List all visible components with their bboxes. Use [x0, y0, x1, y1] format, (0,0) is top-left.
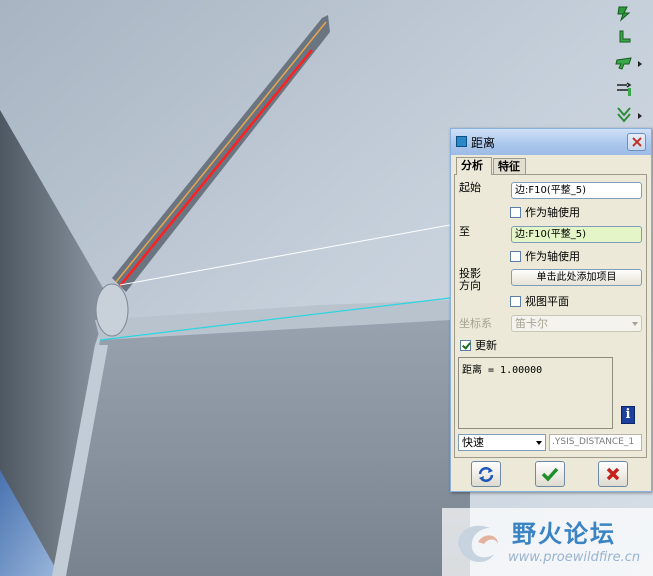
repeat-button[interactable] [471, 461, 501, 487]
cancel-button[interactable] [598, 461, 628, 487]
distance-dialog: 距离 分析 特征 起始 边:F10(平整_5) 作为轴使用 至 边:F10(平整… [450, 128, 652, 492]
update-label: 更新 [475, 339, 497, 352]
feature-name-field[interactable]: .YSIS_DISTANCE_1 [549, 434, 642, 451]
update-checkbox[interactable] [460, 340, 471, 351]
flat-wall-button[interactable] [612, 52, 636, 74]
projection-add-button[interactable]: 单击此处添加项目 [511, 269, 642, 286]
right-toolbar [608, 0, 653, 130]
close-button[interactable] [627, 133, 646, 151]
chevron-down-icon [632, 322, 638, 326]
view-plane-checkbox[interactable] [510, 296, 521, 307]
front-face [60, 300, 470, 576]
analysis-mode-select[interactable]: 快速 [458, 434, 546, 451]
extend-wall-button[interactable] [612, 78, 636, 100]
csys-label: 坐标系 [459, 317, 492, 330]
refresh-arrows-icon [478, 467, 494, 482]
from-axis-checkbox[interactable] [510, 207, 521, 218]
flange-wall-button[interactable] [612, 104, 636, 126]
flange-wall-icon [617, 107, 631, 123]
projection-label-line2: 方向 [459, 279, 481, 292]
dialog-title: 距离 [471, 136, 496, 150]
view-plane-label: 视图平面 [525, 295, 569, 308]
bend-corner [95, 283, 129, 337]
analysis-panel: 起始 边:F10(平整_5) 作为轴使用 至 边:F10(平整_5) 作为轴使用… [454, 174, 647, 458]
ok-button[interactable] [535, 461, 565, 487]
from-label: 起始 [459, 181, 481, 194]
to-axis-label: 作为轴使用 [525, 250, 580, 263]
from-axis-label: 作为轴使用 [525, 206, 580, 219]
datum-feature-icon [617, 6, 631, 22]
to-label: 至 [459, 225, 470, 238]
to-reference-field[interactable]: 边:F10(平整_5) [511, 226, 642, 243]
flat-wall-flyout-arrow[interactable] [638, 61, 642, 67]
to-axis-checkbox[interactable] [510, 251, 521, 262]
dialog-app-icon [456, 136, 467, 147]
flange-wall-flyout-arrow[interactable] [638, 113, 642, 119]
dialog-titlebar[interactable]: 距离 [451, 129, 651, 155]
tab-analysis[interactable]: 分析 [456, 157, 492, 175]
flat-wall-icon [615, 57, 632, 70]
sheetmetal-wall-button[interactable] [612, 27, 636, 49]
close-icon [606, 467, 620, 481]
tab-feature[interactable]: 特征 [493, 158, 526, 174]
csys-select: 笛卡尔 [511, 315, 642, 332]
csys-value: 笛卡尔 [515, 317, 548, 330]
sheetmetal-wall-icon [619, 30, 631, 43]
datum-feature-button[interactable] [612, 2, 636, 24]
distance-result: 距离 = 1.00000 [462, 365, 543, 376]
analysis-mode-value: 快速 [462, 436, 484, 449]
forum-logo-icon [458, 525, 498, 563]
from-reference-field[interactable]: 边:F10(平整_5) [511, 182, 642, 199]
close-icon [631, 137, 642, 147]
checkmark-icon [541, 467, 559, 482]
watermark-url: www.proewildfire.cn [508, 550, 641, 565]
chevron-down-icon [536, 441, 542, 445]
info-icon[interactable]: i [621, 406, 635, 424]
watermark: 野火论坛 www.proewildfire.cn [442, 508, 653, 576]
watermark-title: 野火论坛 [512, 520, 616, 548]
result-textarea[interactable]: 距离 = 1.00000 [458, 357, 613, 429]
extend-wall-icon [617, 82, 632, 96]
